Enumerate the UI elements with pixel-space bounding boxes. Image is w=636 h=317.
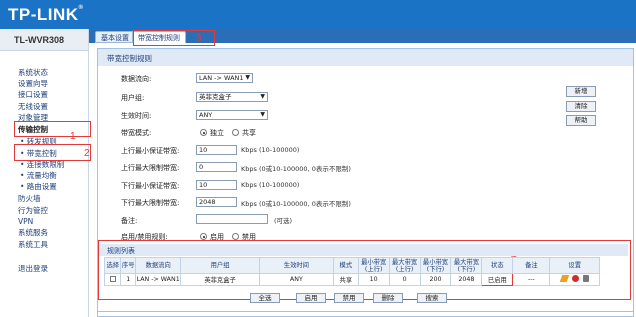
sidebar-item-wizard[interactable]: 设置向导 — [18, 79, 48, 88]
down-max-hint: Kbps (0或10-100000, 0表示不限制) — [241, 200, 351, 208]
tab-basic-settings[interactable]: 基本设置 — [95, 31, 135, 43]
col-mode: 模式 — [332, 257, 359, 274]
annotation-box-1 — [14, 121, 91, 137]
annotation-number-2: 2 — [84, 148, 90, 159]
down-min-input[interactable]: 10 — [196, 180, 237, 190]
mode-label: 带宽模式: — [121, 129, 152, 137]
row-settings — [549, 273, 600, 286]
enable-radio[interactable] — [200, 233, 207, 240]
usergroup-label: 用户组: — [121, 94, 145, 102]
col-status: 状态 — [481, 257, 514, 274]
table-row: 1 LAN -> WAN1 英菲克盒子 ANY 共享 10 0 200 2048… — [103, 273, 600, 286]
time-label: 生效时间: — [121, 112, 152, 120]
up-min-input[interactable]: 10 — [196, 145, 237, 155]
up-min-label: 上行最小保证带宽: — [121, 147, 180, 155]
chevron-down-icon: ▼ — [260, 93, 265, 100]
time-select[interactable]: ANY ▼ — [196, 110, 268, 120]
mode-independent-label: 独立 — [210, 129, 224, 137]
delete-button[interactable]: 删除 — [373, 293, 403, 303]
annotation-number-1: 1 — [70, 131, 76, 142]
col-down-min: 最小带宽 (下行) — [419, 257, 452, 274]
remark-hint: (可选) — [274, 217, 293, 225]
help-button[interactable]: 帮助 — [566, 115, 596, 126]
delete-icon[interactable] — [582, 275, 589, 282]
sidebar-item-connlimit[interactable]: • 连接数限制 — [20, 160, 64, 169]
row-down-min: 200 — [419, 273, 452, 286]
up-max-input[interactable]: 0 — [196, 162, 237, 172]
edit-icon[interactable] — [559, 275, 569, 282]
usergroup-select[interactable]: 英菲克盒子 ▼ — [196, 92, 268, 102]
row-direction: LAN -> WAN1 — [134, 273, 182, 286]
new-button[interactable]: 新增 — [566, 86, 596, 97]
sidebar-item-logout[interactable]: 退出登录 — [18, 264, 48, 273]
row-checkbox-cell[interactable] — [103, 273, 122, 286]
sidebar-item-behavior[interactable]: 行为管控 — [18, 206, 48, 215]
row-remark: --- — [512, 273, 551, 286]
sidebar-item-status[interactable]: 系统状态 — [18, 68, 48, 77]
sidebar-item-services[interactable]: 系统服务 — [18, 228, 48, 237]
rule-list-title: 规则列表 — [99, 244, 628, 256]
row-group: 英菲克盒子 — [180, 273, 260, 286]
remark-label: 备注: — [121, 217, 138, 225]
top-header — [0, 0, 636, 29]
annotation-number-3: 3 — [196, 33, 202, 44]
col-select: 选择 — [103, 257, 122, 274]
select-all-button[interactable]: 全选 — [250, 293, 280, 303]
sidebar-item-interface[interactable]: 接口设置 — [18, 90, 48, 99]
model-name: TL-WVR308 — [0, 29, 88, 51]
mode-independent-radio[interactable] — [200, 129, 207, 136]
row-mode: 共享 — [332, 273, 359, 286]
mode-shared-label: 共享 — [242, 129, 256, 137]
sidebar-item-tools[interactable]: 系统工具 — [18, 240, 48, 249]
disable-icon[interactable] — [571, 275, 579, 282]
down-min-hint: Kbps (10-100000) — [241, 181, 300, 189]
col-direction: 数据流向 — [134, 257, 182, 274]
annotation-box-3 — [133, 30, 215, 46]
direction-label: 数据流向: — [121, 75, 152, 83]
col-time: 生效时间 — [258, 257, 334, 274]
tplink-logo: TP-LINK® — [8, 5, 84, 24]
sidebar-item-routing[interactable]: • 路由设置 — [20, 182, 57, 191]
annotation-box-2 — [14, 144, 91, 161]
sidebar-item-balance[interactable]: • 流量均衡 — [20, 171, 57, 180]
row-time: ANY — [258, 273, 334, 286]
col-remark: 备注 — [512, 257, 551, 274]
down-max-label: 下行最大限制带宽: — [121, 199, 180, 207]
up-max-hint: Kbps (0或10-100000, 0表示不限制) — [241, 165, 351, 173]
disable-radio[interactable] — [232, 233, 239, 240]
row-index: 1 — [120, 273, 136, 286]
table-header-row: 选择 序号 数据流向 用户组 生效时间 模式 最小带宽 (上行) 最大带宽 (上… — [103, 257, 600, 274]
disable-button[interactable]: 禁用 — [334, 293, 364, 303]
panel-title: 带宽控制规则 — [98, 49, 633, 66]
direction-select[interactable]: LAN -> WAN1 ▼ — [196, 73, 253, 83]
col-settings: 设置 — [549, 257, 600, 274]
down-min-label: 下行最小保证带宽: — [121, 182, 180, 190]
col-down-max: 最大带宽 (下行) — [450, 257, 483, 274]
row-down-max: 2048 — [450, 273, 483, 286]
down-max-input[interactable]: 2048 — [196, 197, 237, 207]
col-group: 用户组 — [180, 257, 260, 274]
panel-divider — [97, 311, 634, 312]
col-up-min: 最小带宽 (上行) — [357, 257, 390, 274]
col-index: 序号 — [120, 257, 136, 274]
search-button[interactable]: 搜索 — [417, 293, 447, 303]
col-up-max: 最大带宽 (上行) — [388, 257, 421, 274]
chevron-down-icon: ▼ — [245, 74, 250, 81]
up-min-hint: Kbps (10-100000) — [241, 146, 300, 154]
sidebar-item-wireless[interactable]: 无线设置 — [18, 102, 48, 111]
row-up-max: 0 — [388, 273, 421, 286]
clear-button[interactable]: 清除 — [566, 101, 596, 112]
mode-shared-radio[interactable] — [232, 129, 239, 136]
row-up-min: 10 — [357, 273, 390, 286]
sidebar-item-vpn[interactable]: VPN — [18, 217, 33, 226]
chevron-down-icon: ▼ — [260, 111, 265, 118]
rule-table: 选择 序号 数据流向 用户组 生效时间 模式 最小带宽 (上行) 最大带宽 (上… — [103, 257, 600, 286]
up-max-label: 上行最大限制带宽: — [121, 164, 180, 172]
sidebar-item-firewall[interactable]: 防火墙 — [18, 194, 41, 203]
remark-input[interactable] — [196, 214, 268, 224]
row-checkbox[interactable] — [109, 275, 116, 282]
row-status: 已启用 — [481, 273, 514, 286]
enable-button[interactable]: 启用 — [296, 293, 326, 303]
